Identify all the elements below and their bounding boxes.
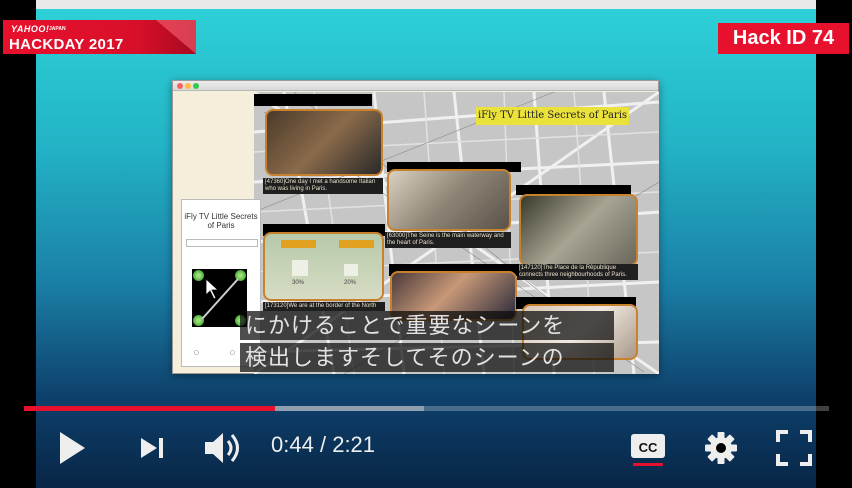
window-titlebar — [173, 81, 658, 91]
screen-menubar — [36, 0, 816, 9]
volume-icon — [205, 433, 239, 463]
captions-button[interactable]: CC — [628, 431, 668, 461]
next-button[interactable] — [138, 434, 168, 462]
minimize-dot-icon — [185, 83, 191, 89]
percent-label: 20% — [344, 280, 357, 286]
next-icon — [141, 438, 163, 458]
settings-button[interactable] — [703, 430, 739, 466]
joystick-stick-icon — [201, 278, 239, 320]
yahoo-logo-mark: JAPAN — [49, 26, 66, 32]
yahoo-logo-mark: YAHOO! — [11, 24, 50, 34]
current-time: 0:44 — [271, 432, 314, 457]
hackday-logo-mark: HACKDAY 2017 — [9, 36, 124, 53]
hack-id-badge: Hack ID 74 — [718, 23, 849, 54]
duration: 2:21 — [332, 432, 376, 457]
thumbnail-caption: [147120]The Place de la Rêpublique conne… — [517, 264, 638, 280]
app-button[interactable]: ▢ — [194, 350, 199, 356]
time-separator: / — [319, 432, 327, 457]
app-panel: iFly TV Little Secrets of Paris ▢ ▢ — [181, 199, 261, 367]
video-thumbnail[interactable] — [265, 109, 383, 176]
video-player[interactable]: [47360]One day I met a handsome Italian … — [0, 0, 852, 488]
map-title: iFly TV Little Secrets of Paris — [476, 107, 629, 125]
play-button[interactable] — [55, 428, 89, 468]
subtitle-line-1: にかけることで重要なシーンを — [240, 311, 614, 340]
thumb-header-bar — [254, 94, 372, 106]
captions-active-indicator — [633, 463, 663, 466]
subtitle-line-2: 検出しますそしてそのシーンの — [240, 343, 614, 372]
play-icon — [60, 432, 85, 464]
app-button[interactable]: ▢ — [230, 350, 235, 356]
volume-button[interactable] — [203, 430, 245, 466]
time-display: 0:44 / 2:21 — [271, 432, 375, 458]
app-panel-title: iFly TV Little Secrets of Paris — [184, 212, 258, 230]
thumbnail-caption: [173120]We are at the border of the Nort… — [263, 302, 385, 311]
svg-text:CC: CC — [639, 440, 658, 455]
thumbnail-caption: [63000]The Seine is the main waterway an… — [385, 232, 511, 248]
progress-played — [24, 406, 276, 411]
fullscreen-icon — [776, 430, 812, 466]
fullscreen-button[interactable] — [776, 430, 812, 466]
gear-icon — [705, 432, 737, 464]
hackday-logo: YAHOO! JAPAN HACKDAY 2017 — [3, 20, 196, 54]
percent-label: 30% — [292, 280, 305, 286]
thumbnail-caption: [47360]One day I met a handsome Italian … — [263, 178, 383, 194]
progress-bar[interactable] — [24, 406, 829, 411]
cc-icon: CC — [631, 434, 665, 458]
maximize-dot-icon — [193, 83, 199, 89]
joystick-pad[interactable] — [192, 269, 247, 327]
player-controls: 0:44 / 2:21 CC — [0, 418, 852, 478]
close-dot-icon — [177, 83, 183, 89]
app-panel-input[interactable] — [186, 239, 258, 247]
chart-thumbnail[interactable]: 30% 20% — [263, 232, 384, 301]
video-thumbnail[interactable] — [387, 169, 511, 231]
video-thumbnail[interactable] — [519, 194, 638, 266]
